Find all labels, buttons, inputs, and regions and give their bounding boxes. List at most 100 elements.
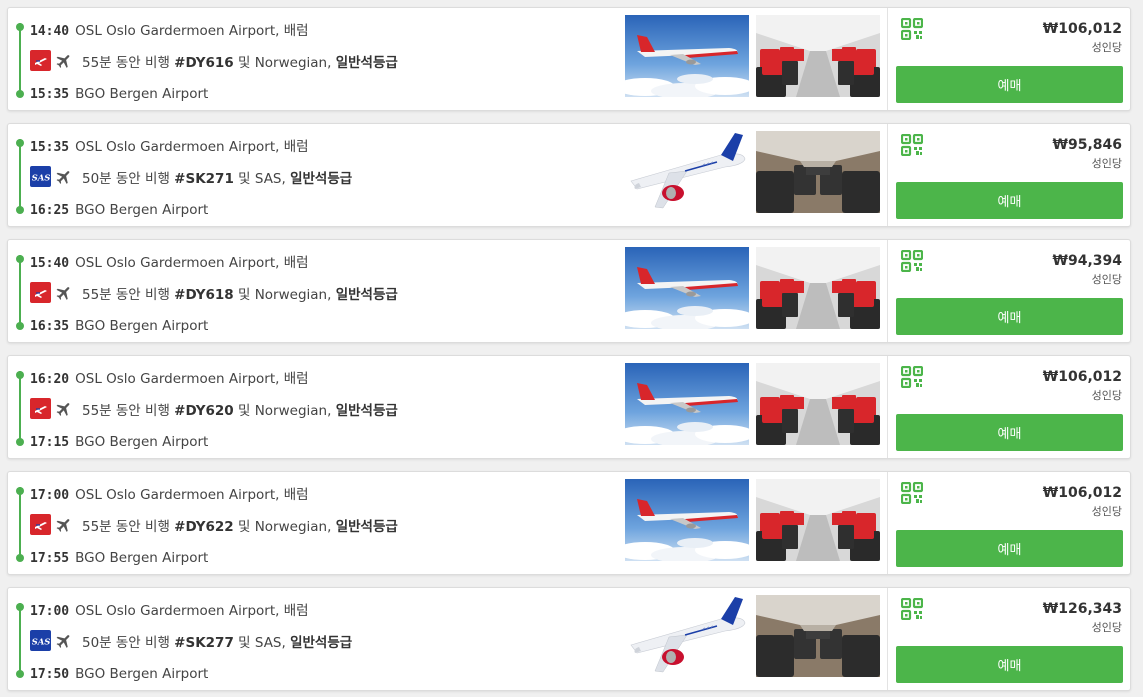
- departure-row: 16:20 OSL Oslo Gardermoen Airport, 배럼: [30, 367, 309, 387]
- arrival-airport: BGO Bergen Airport: [75, 550, 209, 566]
- cabin-interior-image[interactable]: [756, 15, 880, 97]
- departure-airport: OSL Oslo Gardermoen Airport, 배럼: [75, 603, 309, 619]
- airline-name: SAS,: [254, 170, 286, 187]
- fare-price: ₩95,846: [1052, 137, 1122, 153]
- cabin-class: 일반석등급: [335, 54, 398, 71]
- aircraft-exterior-image[interactable]: [625, 363, 749, 445]
- flight-duration: 50분 동안 비행: [82, 634, 170, 651]
- arrival-row: 17:50 BGO Bergen Airport: [30, 666, 208, 682]
- aircraft-exterior-image[interactable]: [625, 247, 749, 329]
- aircraft-exterior-image[interactable]: [625, 479, 749, 561]
- flight-duration: 50분 동안 비행: [82, 170, 170, 187]
- airplane-icon: [55, 168, 73, 186]
- flight-number: #DY616: [174, 54, 234, 71]
- flight-summary: 55분 동안 비행 #DY616 및 Norwegian, 일반석등급: [82, 51, 398, 71]
- departure-row: 15:40 OSL Oslo Gardermoen Airport, 배럼: [30, 251, 309, 271]
- departure-airport: OSL Oslo Gardermoen Airport, 배럼: [75, 487, 309, 503]
- airplane-icon: [55, 52, 73, 70]
- per-adult-label: 성인당: [1091, 273, 1122, 286]
- arrival-row: 17:15 BGO Bergen Airport: [30, 434, 208, 450]
- book-button[interactable]: 예매: [896, 298, 1123, 335]
- sas-logo-icon: SAS: [30, 630, 51, 651]
- price-divider: [887, 472, 888, 574]
- route-timeline: [19, 255, 21, 325]
- departure-dot: [16, 255, 24, 263]
- departure-dot: [16, 487, 24, 495]
- route-timeline: [19, 487, 21, 557]
- flight-number: #SK277: [174, 634, 234, 651]
- cabin-interior-image[interactable]: [756, 363, 880, 445]
- qr-code-icon: [900, 249, 924, 276]
- arrival-airport: BGO Bergen Airport: [75, 666, 209, 682]
- cabin-interior-image[interactable]: [756, 595, 880, 677]
- airplane-icon: [55, 516, 73, 534]
- book-button[interactable]: 예매: [896, 646, 1123, 683]
- cabin-class: 일반석등급: [290, 170, 353, 187]
- price-divider: [887, 356, 888, 458]
- sas-logo-icon: SAS: [30, 166, 51, 187]
- flight-summary: 55분 동안 비행 #DY618 및 Norwegian, 일반석등급: [82, 283, 398, 303]
- book-button[interactable]: 예매: [896, 414, 1123, 451]
- aircraft-exterior-image[interactable]: [625, 15, 749, 97]
- departure-row: 14:40 OSL Oslo Gardermoen Airport, 배럼: [30, 19, 309, 39]
- route-timeline: [19, 23, 21, 93]
- flight-info-row: SAS 50분 동안 비행 #SK271 및 SAS, 일반석등급: [30, 166, 352, 187]
- cabin-interior-image[interactable]: [756, 479, 880, 561]
- arrival-row: 17:55 BGO Bergen Airport: [30, 550, 208, 566]
- flight-summary: 55분 동안 비행 #DY622 및 Norwegian, 일반석등급: [82, 515, 398, 535]
- flight-info-row: 55분 동안 비행 #DY616 및 Norwegian, 일반석등급: [30, 50, 398, 71]
- flight-info-row: 55분 동안 비행 #DY622 및 Norwegian, 일반석등급: [30, 514, 398, 535]
- fare-price: ₩106,012: [1042, 21, 1122, 37]
- departure-time: 17:00: [30, 604, 70, 619]
- price-divider: [887, 240, 888, 342]
- aircraft-exterior-image[interactable]: [625, 131, 749, 213]
- qr-code-icon: [900, 133, 924, 160]
- fare-price: ₩126,343: [1042, 601, 1122, 617]
- book-button[interactable]: 예매: [896, 530, 1123, 567]
- flight-card[interactable]: 15:35 OSL Oslo Gardermoen Airport, 배럼 SAS…: [7, 123, 1131, 227]
- departure-dot: [16, 371, 24, 379]
- cabin-interior-image[interactable]: [756, 247, 880, 329]
- flight-duration: 55분 동안 비행: [82, 518, 170, 535]
- flight-info-row: 55분 동안 비행 #DY618 및 Norwegian, 일반석등급: [30, 282, 398, 303]
- arrival-dot: [16, 670, 24, 678]
- per-adult-label: 성인당: [1091, 505, 1122, 518]
- flight-duration: 55분 동안 비행: [82, 54, 170, 71]
- qr-code-icon: [900, 597, 924, 624]
- joiner-text: 및: [237, 286, 251, 303]
- arrival-time: 17:55: [30, 551, 70, 566]
- flight-card[interactable]: 17:00 OSL Oslo Gardermoen Airport, 배럼 SAS…: [7, 587, 1131, 691]
- flight-number: #DY618: [174, 286, 234, 303]
- joiner-text: 및: [237, 54, 251, 71]
- flight-card[interactable]: 17:00 OSL Oslo Gardermoen Airport, 배럼 55분…: [7, 471, 1131, 575]
- route-timeline: [19, 139, 21, 209]
- airplane-icon: [55, 400, 73, 418]
- flight-summary: 50분 동안 비행 #SK271 및 SAS, 일반석등급: [82, 167, 352, 187]
- flight-card[interactable]: 16:20 OSL Oslo Gardermoen Airport, 배럼 55분…: [7, 355, 1131, 459]
- flight-card[interactable]: 15:40 OSL Oslo Gardermoen Airport, 배럼 55분…: [7, 239, 1131, 343]
- departure-row: 15:35 OSL Oslo Gardermoen Airport, 배럼: [30, 135, 309, 155]
- airline-name: Norwegian,: [254, 54, 332, 71]
- flight-info-row: SAS 50분 동안 비행 #SK277 및 SAS, 일반석등급: [30, 630, 352, 651]
- departure-dot: [16, 23, 24, 31]
- arrival-dot: [16, 322, 24, 330]
- flight-card[interactable]: 14:40 OSL Oslo Gardermoen Airport, 배럼 55분…: [7, 7, 1131, 111]
- qr-code-icon: [900, 17, 924, 44]
- departure-dot: [16, 603, 24, 611]
- aircraft-exterior-image[interactable]: [625, 595, 749, 677]
- cabin-class: 일반석등급: [335, 518, 398, 535]
- fare-price: ₩94,394: [1052, 253, 1122, 269]
- departure-airport: OSL Oslo Gardermoen Airport, 배럼: [75, 139, 309, 155]
- per-adult-label: 성인당: [1091, 41, 1122, 54]
- book-button[interactable]: 예매: [896, 66, 1123, 103]
- airline-name: Norwegian,: [254, 518, 332, 535]
- airline-name: Norwegian,: [254, 286, 332, 303]
- departure-time: 14:40: [30, 24, 70, 39]
- departure-row: 17:00 OSL Oslo Gardermoen Airport, 배럼: [30, 483, 309, 503]
- joiner-text: 및: [238, 170, 251, 187]
- departure-time: 15:35: [30, 140, 70, 155]
- svg-text:SAS: SAS: [32, 173, 50, 182]
- book-button[interactable]: 예매: [896, 182, 1123, 219]
- cabin-interior-image[interactable]: [756, 131, 880, 213]
- airplane-icon: [55, 284, 73, 302]
